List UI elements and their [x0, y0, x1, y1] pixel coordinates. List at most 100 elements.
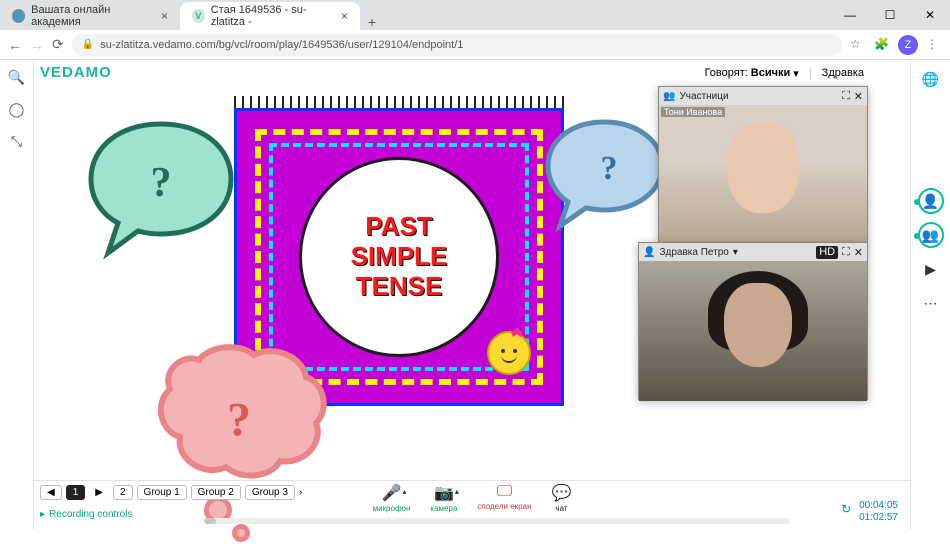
- close-icon[interactable]: ✕: [854, 246, 863, 259]
- vedamo-favicon-icon: V: [192, 9, 205, 23]
- question-mark-icon: ?: [227, 392, 251, 447]
- globe-tool-icon[interactable]: 🌐: [918, 66, 944, 92]
- chat-label: чат: [555, 504, 567, 513]
- collapse-icon[interactable]: ⤡: [6, 130, 28, 152]
- panel-title: Здравка Петро: [659, 247, 728, 258]
- browser-tab[interactable]: 🌐 Вашата онлайн академия ×: [0, 2, 180, 30]
- slide-title-oval: PAST SIMPLE TENSE: [299, 157, 499, 357]
- room-next-button[interactable]: ▶: [89, 486, 109, 499]
- camera-button[interactable]: 📷▴ камера: [430, 483, 457, 513]
- window-controls: — ☐ ✕: [830, 0, 950, 30]
- mic-label: микрофон: [373, 504, 411, 513]
- chevron-down-icon[interactable]: ▾: [733, 247, 738, 258]
- menu-icon[interactable]: ⋮: [926, 37, 942, 53]
- smiley-icon: [487, 331, 531, 375]
- media-controls: 🎤▴ микрофон 📷▴ камера 🖵 сподели екран 💬 …: [373, 483, 572, 513]
- back-button[interactable]: ←: [8, 37, 22, 53]
- camera-label: камера: [430, 504, 457, 513]
- chat-icon: 💬: [551, 483, 571, 503]
- participant-tool-button[interactable]: 👤: [918, 188, 944, 214]
- globe-icon: 🌐: [12, 9, 25, 23]
- group-tool-button[interactable]: 👥: [918, 222, 944, 248]
- profile-avatar[interactable]: Z: [898, 35, 918, 55]
- left-toolbar: 🔍 ◯ ⤡: [0, 60, 34, 530]
- speaking-value[interactable]: Всички: [751, 67, 790, 79]
- app-logo: VEDAMO: [40, 64, 112, 81]
- mic-icon: 🎤: [382, 483, 402, 503]
- room-tabs: ◀ 1 ▶ 2 Group 1 Group 2 Group 3 ›: [40, 485, 302, 500]
- chevron-down-icon[interactable]: ▾: [793, 67, 799, 80]
- close-icon[interactable]: ×: [161, 9, 168, 23]
- clock-icon: ↻: [841, 502, 851, 516]
- screen-icon: 🖵: [497, 483, 512, 501]
- url-text: su-zlatitza.vedamo.com/bg/vcl/room/play/…: [100, 39, 463, 51]
- slide-line-1: PAST: [365, 212, 432, 242]
- speaking-label: Говорят: Всички ▾: [705, 67, 799, 80]
- circle-tool-icon[interactable]: ◯: [6, 98, 28, 120]
- main-area: VEDAMO Говорят: Всички ▾ | Здравка PAST …: [34, 60, 910, 530]
- question-mark-icon: ?: [601, 150, 618, 188]
- timeline-scrubber[interactable]: [204, 518, 790, 524]
- minimize-button[interactable]: —: [830, 0, 870, 30]
- timeline-fill: [204, 518, 216, 524]
- close-icon[interactable]: ×: [341, 9, 348, 23]
- zoom-in-icon[interactable]: 🔍: [6, 66, 28, 88]
- recording-label: Recording controls: [49, 509, 132, 520]
- puzzle-icon[interactable]: 🧩: [874, 37, 890, 53]
- app-root: 🔍 ◯ ⤡ VEDAMO Говорят: Всички ▾ | Здравка…: [0, 60, 950, 530]
- browser-tab-active[interactable]: V Стая 1649536 - su-zlatitza - ×: [180, 2, 360, 30]
- hd-badge: HD: [816, 246, 838, 259]
- reload-button[interactable]: ⟳: [52, 36, 64, 53]
- tab-title: Вашата онлайн академия: [31, 4, 155, 28]
- recording-controls-toggle[interactable]: Recording controls: [40, 509, 132, 520]
- current-user: Здравка: [822, 67, 864, 79]
- right-toolbar: 🌐 👤 👥 ▶ ⋯: [910, 60, 950, 530]
- slide-line-3: TENSE: [356, 272, 443, 302]
- address-bar: ← → ⟳ 🔒 su-zlatitza.vedamo.com/bg/vcl/ro…: [0, 30, 950, 60]
- room-tab[interactable]: 2: [113, 485, 133, 500]
- browser-titlebar: 🌐 Вашата онлайн академия × V Стая 164953…: [0, 0, 950, 30]
- extensions-icon[interactable]: ☆: [850, 37, 866, 53]
- expand-icon[interactable]: ⛶: [842, 246, 850, 259]
- room-tab[interactable]: 1: [66, 485, 86, 500]
- participant-name: Тони Иванова: [661, 107, 725, 117]
- share-label: сподели екран: [477, 502, 531, 511]
- room-tab[interactable]: Group 3: [245, 485, 295, 500]
- lock-icon: 🔒: [82, 39, 94, 50]
- presenter-video[interactable]: [639, 261, 867, 401]
- close-icon[interactable]: ✕: [854, 90, 863, 103]
- camera-icon: 📷: [434, 483, 454, 503]
- participants-panel[interactable]: 👥 Участници ⛶ ✕ Тони Иванова: [658, 86, 868, 244]
- room-tab[interactable]: Group 2: [191, 485, 241, 500]
- panel-header[interactable]: 👤 Здравка Петро ▾ HD ⛶ ✕: [639, 243, 867, 261]
- timers: ↻ 00:04:05 01:02:57: [859, 500, 898, 524]
- speaking-text: Говорят:: [705, 67, 748, 79]
- mic-button[interactable]: 🎤▴ микрофон: [373, 483, 411, 513]
- question-mark-icon: ?: [151, 159, 172, 207]
- url-input[interactable]: 🔒 su-zlatitza.vedamo.com/bg/vcl/room/pla…: [72, 34, 842, 56]
- tab-title: Стая 1649536 - su-zlatitza -: [211, 4, 335, 28]
- share-screen-button[interactable]: 🖵 сподели екран: [477, 483, 531, 513]
- top-bar: Говорят: Всички ▾ | Здравка: [705, 60, 864, 86]
- maximize-button[interactable]: ☐: [870, 0, 910, 30]
- room-prev-button[interactable]: ◀: [40, 485, 62, 500]
- expand-icon[interactable]: ⛶: [842, 90, 850, 103]
- separator: |: [809, 67, 812, 79]
- close-window-button[interactable]: ✕: [910, 0, 950, 30]
- forward-button[interactable]: →: [30, 37, 44, 53]
- room-tab[interactable]: Group 1: [137, 485, 187, 500]
- presenter-panel[interactable]: 👤 Здравка Петро ▾ HD ⛶ ✕: [638, 242, 868, 400]
- panel-header[interactable]: 👥 Участници ⛶ ✕: [659, 87, 867, 105]
- room-overflow-icon[interactable]: ›: [299, 487, 302, 498]
- time-elapsed: 00:04:05: [859, 500, 898, 512]
- new-tab-button[interactable]: +: [360, 14, 384, 30]
- speech-bubble-blue: ?: [544, 114, 674, 234]
- time-total: 01:02:57: [859, 512, 898, 524]
- slide-line-2: SIMPLE: [351, 242, 448, 272]
- participant-video[interactable]: Тони Иванова: [659, 105, 867, 245]
- chat-button[interactable]: 💬 чат: [551, 483, 571, 513]
- more-tool-icon[interactable]: ⋯: [918, 290, 944, 316]
- play-tool-icon[interactable]: ▶: [918, 256, 944, 282]
- speech-bubble-teal: ?: [76, 114, 246, 264]
- spiral-binding: [234, 96, 564, 108]
